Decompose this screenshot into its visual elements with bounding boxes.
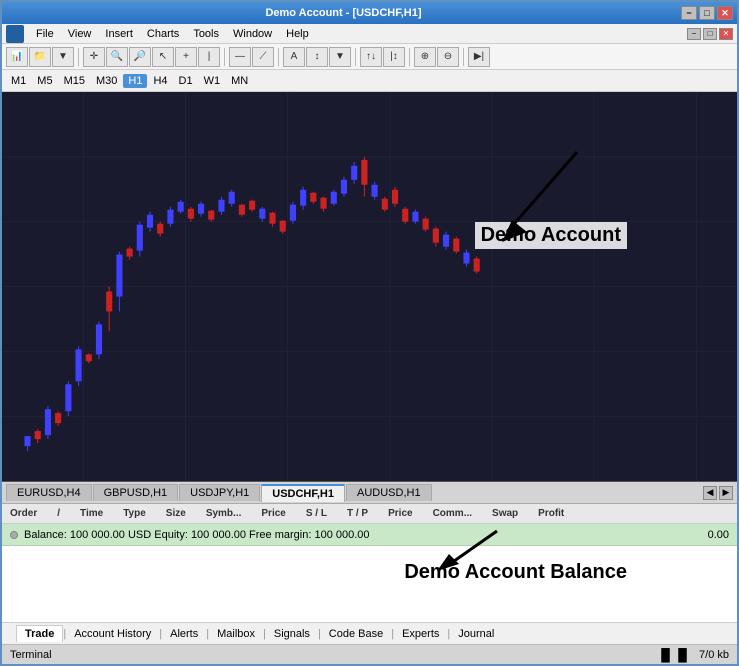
chart-tabs-bar: EURUSD,H4 GBPUSD,H1 USDJPY,H1 USDCHF,H1 …	[2, 482, 737, 504]
candlestick-chart	[2, 92, 737, 481]
toolbar-line[interactable]: +	[175, 47, 197, 67]
toolbar-indicators[interactable]: ↑↓	[360, 47, 382, 67]
col-profit: Profit	[538, 508, 564, 519]
col-tp: T / P	[347, 508, 368, 519]
timeframe-bar: M1 M5 M15 M30 H1 H4 D1 W1 MN	[2, 70, 737, 92]
chart-tab-next[interactable]: ▶	[719, 486, 733, 500]
outer-maximize[interactable]: □	[703, 28, 717, 40]
chart-tab-usdjpy[interactable]: USDJPY,H1	[179, 484, 260, 501]
status-kb: 7/0 kb	[699, 649, 729, 661]
chart-area[interactable]: Demo Account	[2, 92, 737, 482]
terminal-columns: Order / Time Type Size Symb... Price S /…	[2, 504, 737, 524]
toolbar-vline[interactable]: |	[198, 47, 220, 67]
window-title: Demo Account - [USDCHF,H1]	[6, 7, 681, 19]
outer-minimize[interactable]: −	[687, 28, 701, 40]
tab-codebase[interactable]: Code Base	[321, 626, 391, 642]
tf-d1[interactable]: D1	[174, 74, 198, 88]
chart-tab-nav: ◀ ▶	[703, 486, 733, 500]
chart-tab-gbpusd[interactable]: GBPUSD,H1	[93, 484, 179, 501]
app-window: Demo Account - [USDCHF,H1] − □ ✕ File Vi…	[0, 0, 739, 666]
tab-journal[interactable]: Journal	[450, 626, 502, 642]
menu-tools[interactable]: Tools	[187, 26, 225, 42]
status-bars-icon: ▐▌▐▌	[657, 648, 691, 662]
tab-signals[interactable]: Signals	[266, 626, 318, 642]
status-bar: Terminal ▐▌▐▌ 7/0 kb	[2, 644, 737, 664]
maximize-button[interactable]: □	[699, 6, 715, 20]
toolbar-open[interactable]: 📁	[29, 47, 51, 67]
toolbar-text[interactable]: A	[283, 47, 305, 67]
menu-charts[interactable]: Charts	[141, 26, 185, 42]
chart-tab-eurusd[interactable]: EURUSD,H4	[6, 484, 92, 501]
toolbar-arrow[interactable]: ↕	[306, 47, 328, 67]
col-price2: Price	[388, 508, 412, 519]
chart-tab-audusd[interactable]: AUDUSD,H1	[346, 484, 432, 501]
col-symb: Symb...	[206, 508, 242, 519]
tf-h1[interactable]: H1	[123, 74, 147, 88]
minimize-button[interactable]: −	[681, 6, 697, 20]
menu-view[interactable]: View	[62, 26, 98, 42]
terminal-content: Demo Account Balance	[2, 546, 737, 622]
outer-close[interactable]: ✕	[719, 28, 733, 40]
toolbar-scroll[interactable]: ▶|	[468, 47, 490, 67]
toolbar-new-chart[interactable]: 📊	[6, 47, 28, 67]
tab-trade[interactable]: Trade	[16, 625, 63, 642]
toolbar-crosshair[interactable]: ✛	[83, 47, 105, 67]
toolbar-zoom-in[interactable]: 🔍	[106, 47, 128, 67]
bottom-tabs: Trade | Account History | Alerts | Mailb…	[2, 622, 737, 644]
tf-w1[interactable]: W1	[199, 74, 226, 88]
toolbar-dropdown2[interactable]: ▼	[329, 47, 351, 67]
menu-help[interactable]: Help	[280, 26, 315, 42]
menu-insert[interactable]: Insert	[99, 26, 139, 42]
tf-m30[interactable]: M30	[91, 74, 122, 88]
toolbar-dropdown1[interactable]: ▼	[52, 47, 74, 67]
col-swap: Swap	[492, 508, 518, 519]
tab-alerts[interactable]: Alerts	[162, 626, 206, 642]
status-terminal-label: Terminal	[10, 649, 52, 661]
tab-experts[interactable]: Experts	[394, 626, 447, 642]
chart-tab-prev[interactable]: ◀	[703, 486, 717, 500]
title-bar: Demo Account - [USDCHF,H1] − □ ✕	[2, 2, 737, 24]
menu-bar: File View Insert Charts Tools Window Hel…	[2, 24, 737, 44]
toolbar-zoom-out[interactable]: 🔎	[129, 47, 151, 67]
tab-account-history[interactable]: Account History	[66, 626, 159, 642]
col-comm: Comm...	[433, 508, 472, 519]
col-size: Size	[166, 508, 186, 519]
toolbar-fib[interactable]: ⟋	[252, 47, 274, 67]
col-type: Type	[123, 508, 146, 519]
toolbar-zoom2[interactable]: ⊖	[437, 47, 459, 67]
menu-window[interactable]: Window	[227, 26, 278, 42]
tf-m5[interactable]: M5	[32, 74, 57, 88]
col-time: Time	[80, 508, 103, 519]
tf-h4[interactable]: H4	[148, 74, 172, 88]
toolbar-period-sep[interactable]: |↕	[383, 47, 405, 67]
balance-text: Balance: 100 000.00 USD Equity: 100 000.…	[24, 529, 708, 541]
app-logo	[6, 25, 24, 43]
menu-file[interactable]: File	[30, 26, 60, 42]
toolbar-line2[interactable]: —	[229, 47, 251, 67]
tab-mailbox[interactable]: Mailbox	[209, 626, 263, 642]
bottom-section: Order / Time Type Size Symb... Price S /…	[2, 504, 737, 664]
col-slash: /	[57, 508, 60, 519]
balance-profit: 0.00	[708, 529, 729, 541]
toolbar-zoom1[interactable]: ⊕	[414, 47, 436, 67]
balance-indicator-dot	[10, 531, 18, 539]
toolbar-select[interactable]: ↖	[152, 47, 174, 67]
demo-account-arrow	[477, 142, 597, 262]
demo-balance-arrow	[417, 526, 517, 576]
chart-tab-usdchf[interactable]: USDCHF,H1	[261, 484, 345, 502]
balance-row: Balance: 100 000.00 USD Equity: 100 000.…	[2, 524, 737, 546]
col-order: Order	[10, 508, 37, 519]
col-sl: S / L	[306, 508, 327, 519]
status-bar-right: ▐▌▐▌ 7/0 kb	[657, 648, 729, 662]
window-controls: − □ ✕	[681, 6, 733, 20]
col-price: Price	[261, 508, 285, 519]
tf-m15[interactable]: M15	[59, 74, 90, 88]
tf-mn[interactable]: MN	[226, 74, 253, 88]
toolbar-1: 📊 📁 ▼ ✛ 🔍 🔎 ↖ + | — ⟋ A ↕ ▼ ↑↓ |↕	[2, 44, 737, 70]
close-button[interactable]: ✕	[717, 6, 733, 20]
tf-m1[interactable]: M1	[6, 74, 31, 88]
